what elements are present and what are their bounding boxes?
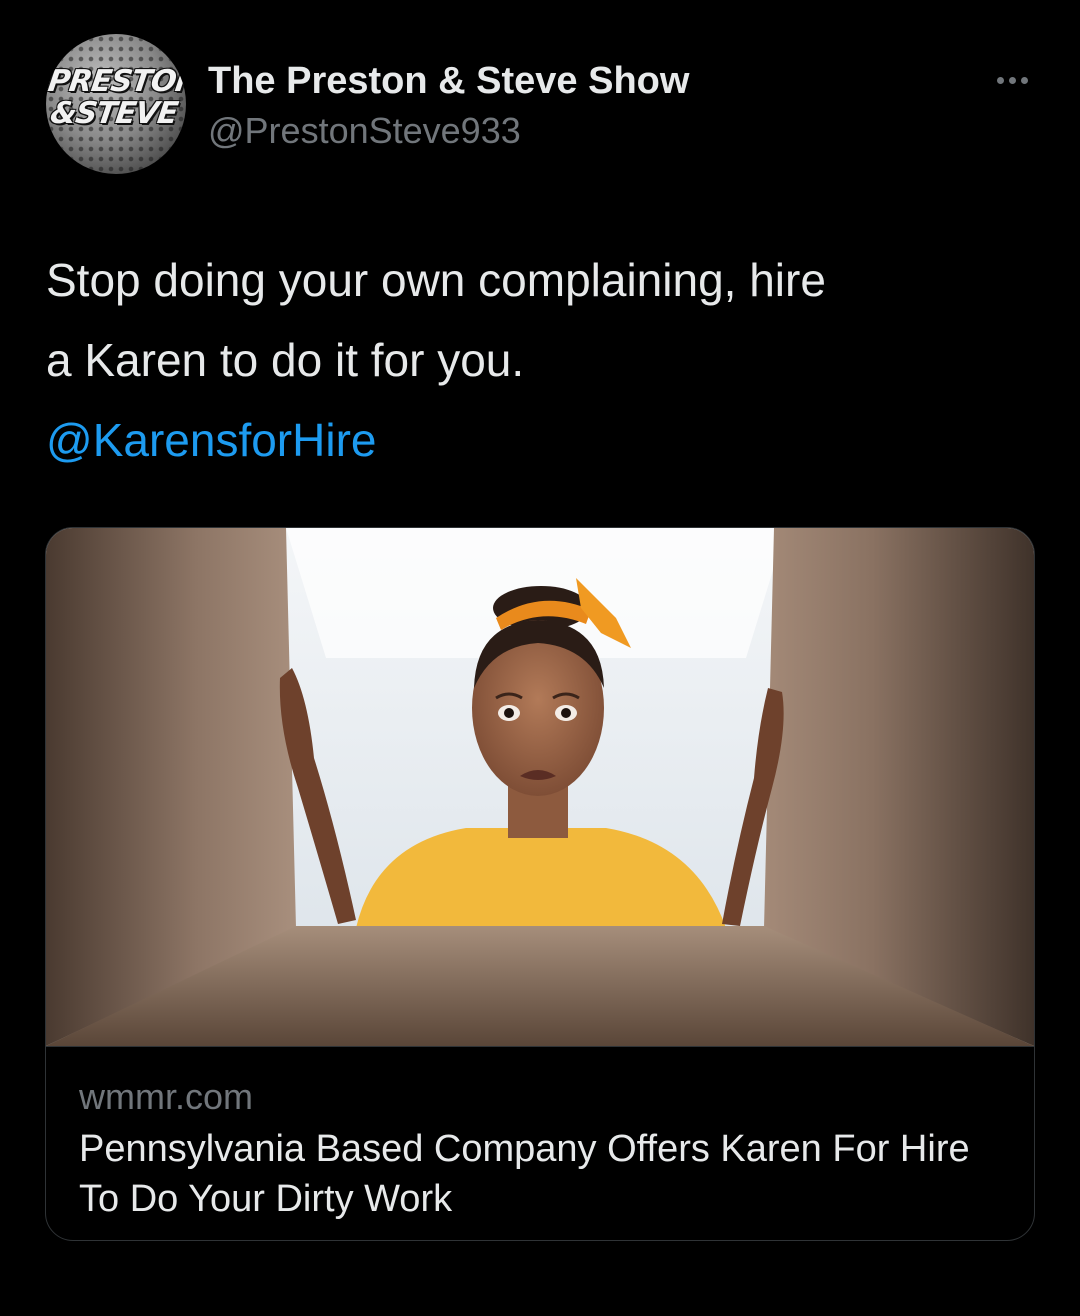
- more-horizontal-icon: [1008, 76, 1016, 84]
- link-card[interactable]: wmmr.com Pennsylvania Based Company Offe…: [45, 527, 1035, 1241]
- tweet-text: Stop doing your own complaining, hire a …: [46, 240, 1046, 480]
- more-horizontal-icon: [1020, 76, 1028, 84]
- avatar[interactable]: PRESTON &STEVE: [46, 34, 186, 174]
- card-title[interactable]: Pennsylvania Based Company Offers Karen …: [79, 1124, 999, 1224]
- more-horizontal-icon: [996, 76, 1004, 84]
- more-options-button[interactable]: [984, 62, 1040, 98]
- tweet-text-line: a Karen to do it for you.: [46, 334, 525, 386]
- author-handle[interactable]: @PrestonSteve933: [208, 108, 521, 154]
- author-name[interactable]: The Preston & Steve Show: [208, 58, 689, 104]
- tweet: PRESTON &STEVE The Preston & Steve Show @…: [0, 0, 1080, 1316]
- avatar-logo: PRESTON &STEVE: [46, 64, 186, 131]
- card-photo: [46, 528, 1034, 1046]
- tweet-text-line: Stop doing your own complaining, hire: [46, 254, 826, 306]
- card-domain: wmmr.com: [79, 1076, 253, 1117]
- card-image[interactable]: [46, 528, 1034, 1046]
- mention-link[interactable]: @KarensforHire: [46, 400, 1046, 480]
- card-divider: [46, 1046, 1034, 1047]
